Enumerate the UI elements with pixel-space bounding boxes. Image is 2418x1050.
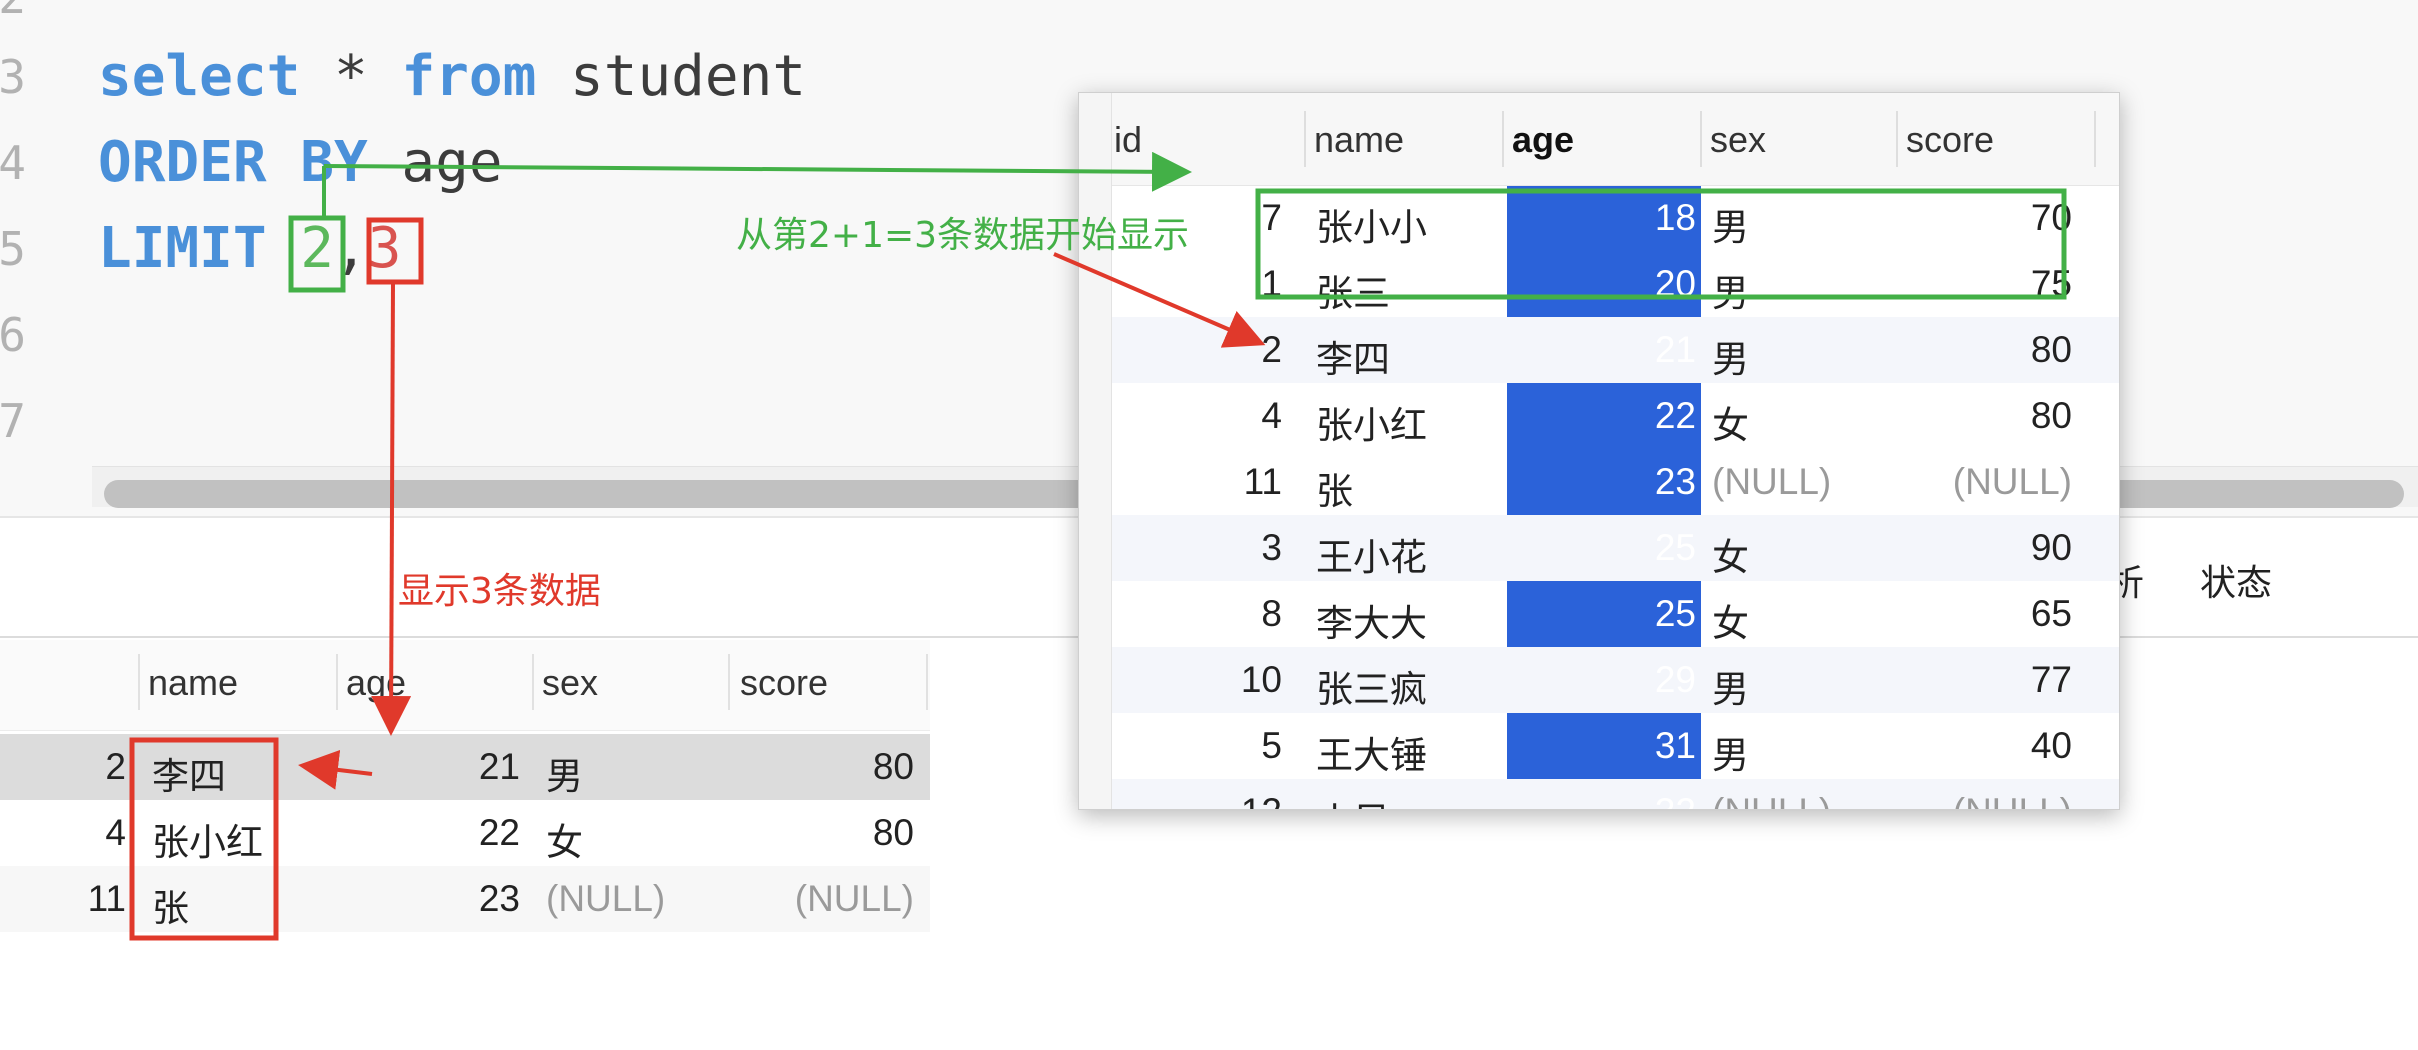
offset-connector-arrow <box>323 151 1192 192</box>
result-pointer-arrow <box>298 749 373 790</box>
highlight-skipped-rows-box <box>1255 188 2067 300</box>
highlight-count-box <box>366 217 424 285</box>
annotation-overlay <box>129 151 2067 941</box>
start-row-arrow <box>1053 252 1266 348</box>
highlight-offset-box <box>288 215 346 293</box>
count-arrow <box>371 281 412 736</box>
highlight-result-names-box <box>129 737 279 941</box>
